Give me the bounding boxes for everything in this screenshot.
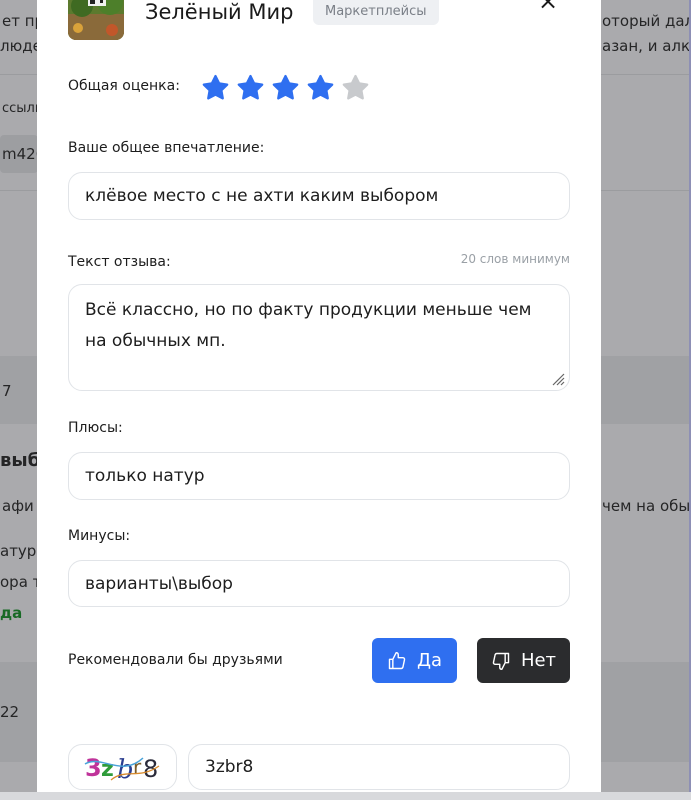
bottom-strip — [0, 792, 691, 800]
captcha-image: 3 z b r 8 — [68, 744, 177, 790]
category-badge[interactable]: Маркетплейсы — [313, 0, 439, 25]
svg-text:8: 8 — [143, 755, 158, 783]
thumbs-up-icon — [388, 651, 406, 669]
cons-label: Минусы: — [68, 528, 131, 544]
pros-label: Плюсы: — [68, 420, 123, 436]
star-icon[interactable] — [236, 74, 265, 102]
close-icon[interactable]: × — [537, 0, 559, 13]
impression-label: Ваше общее впечатление: — [68, 140, 265, 156]
rating-stars[interactable] — [201, 74, 370, 102]
review-label: Текст отзыва: — [68, 254, 171, 270]
recommend-no-label: Нет — [520, 650, 557, 671]
resize-handle-icon[interactable] — [551, 372, 565, 386]
recommend-label: Рекомендовали бы друзьями — [68, 652, 283, 668]
review-text: Всё классно, но по факту продукции меньш… — [85, 300, 532, 351]
cons-input[interactable]: варианты\выбор — [68, 560, 570, 607]
star-icon[interactable] — [341, 74, 370, 102]
svg-text:z: z — [101, 757, 114, 782]
store-name: Зелёный Мир — [145, 0, 294, 24]
recommend-yes-button[interactable]: Да — [372, 638, 457, 683]
store-logo — [68, 0, 124, 40]
star-icon[interactable] — [201, 74, 230, 102]
captcha-input[interactable]: 3zbr8 — [188, 744, 570, 790]
review-textarea[interactable]: Всё классно, но по факту продукции меньш… — [68, 284, 570, 391]
svg-text:3: 3 — [85, 754, 102, 782]
overall-rating-label: Общая оценка: — [68, 78, 180, 94]
impression-input[interactable]: клёвое место с не ахти каким выбором — [68, 172, 570, 220]
star-icon[interactable] — [306, 74, 335, 102]
review-modal: Зелёный Мир Маркетплейсы × Общая оценка:… — [37, 0, 601, 792]
recommend-no-button[interactable]: Нет — [477, 638, 570, 683]
recommend-yes-label: Да — [416, 650, 443, 671]
star-icon[interactable] — [271, 74, 300, 102]
svg-text:r: r — [133, 755, 142, 779]
pros-input[interactable]: только натур — [68, 452, 570, 500]
svg-text:b: b — [117, 755, 134, 784]
thumbs-down-icon — [492, 652, 510, 670]
review-hint: 20 слов минимум — [460, 252, 570, 266]
